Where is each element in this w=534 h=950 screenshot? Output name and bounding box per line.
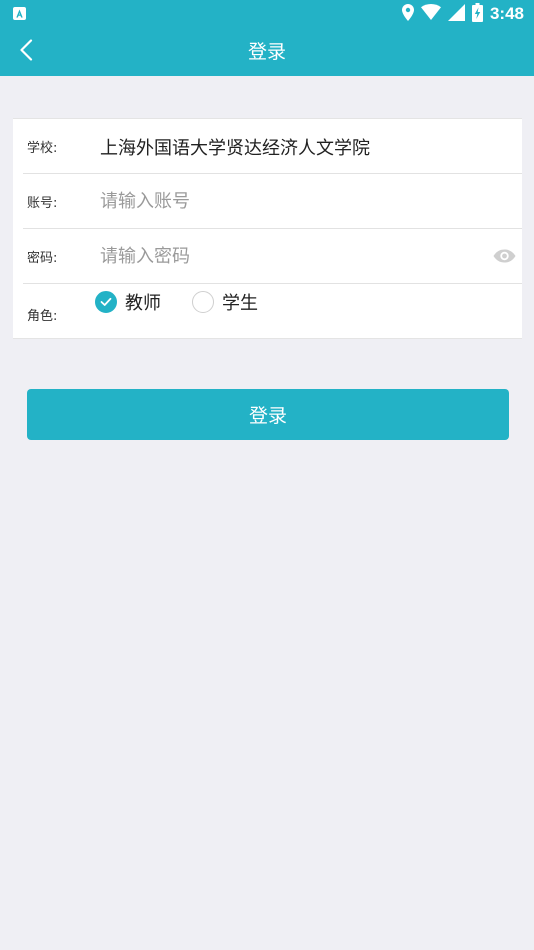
account-row: 账号:: [13, 174, 522, 229]
radio-unchecked-icon: [192, 291, 214, 313]
role-option-label: 教师: [125, 293, 161, 314]
password-row: 密码:: [13, 229, 522, 284]
account-input[interactable]: [100, 184, 480, 218]
location-icon: [401, 3, 414, 25]
status-bar: 3:48: [0, 0, 534, 28]
app-bar: 登录: [0, 28, 534, 76]
password-input[interactable]: [100, 239, 480, 273]
role-option-label: 学生: [222, 293, 258, 314]
school-row[interactable]: 学校: 上海外国语大学贤达经济人文学院: [13, 119, 522, 174]
account-label: 账号:: [27, 196, 58, 211]
status-time: 3:48: [489, 4, 524, 23]
school-label: 学校:: [27, 141, 58, 156]
battery-charging-icon: [471, 2, 483, 26]
role-row: 角色: 教师 学生: [13, 284, 522, 339]
school-value[interactable]: 上海外国语大学贤达经济人文学院: [100, 134, 370, 160]
role-label: 角色:: [27, 309, 58, 324]
eye-icon[interactable]: [492, 245, 516, 267]
page-title: 登录: [247, 41, 286, 63]
login-form: 学校: 上海外国语大学贤达经济人文学院 账号: 密码: 角色: 教: [13, 118, 522, 339]
login-button[interactable]: 登录: [27, 389, 509, 440]
checkmark-icon: [95, 291, 117, 313]
password-label: 密码:: [27, 251, 58, 266]
notification-a-icon: [13, 7, 26, 20]
role-option-student[interactable]: 学生: [192, 290, 258, 314]
signal-icon: [447, 3, 465, 25]
role-option-teacher[interactable]: 教师: [95, 290, 161, 314]
wifi-icon: [420, 4, 441, 24]
